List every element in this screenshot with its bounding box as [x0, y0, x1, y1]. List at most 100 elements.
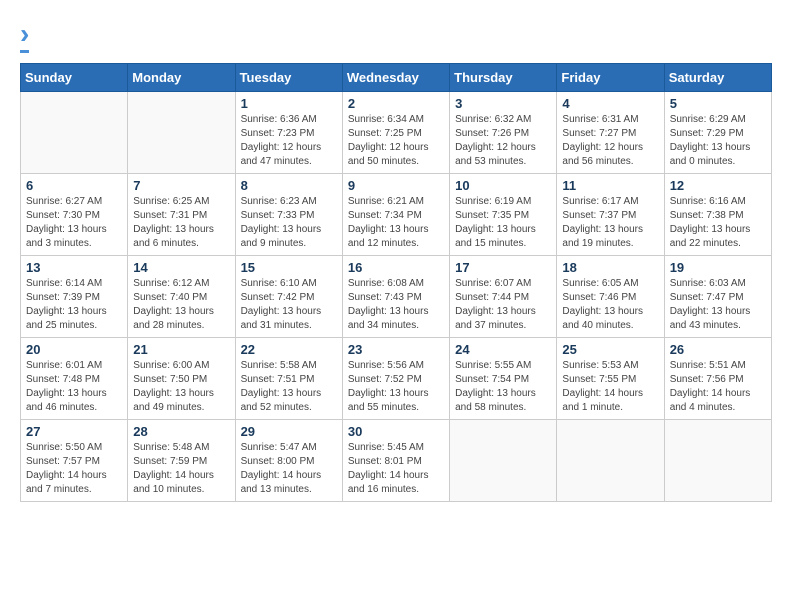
calendar-cell: 5 Sunrise: 6:29 AMSunset: 7:29 PMDaylight…: [664, 92, 771, 174]
day-number: 8: [241, 178, 337, 193]
day-number: 29: [241, 424, 337, 439]
day-number: 21: [133, 342, 229, 357]
day-number: 13: [26, 260, 122, 275]
day-info: Sunrise: 6:16 AMSunset: 7:38 PMDaylight:…: [670, 195, 766, 251]
day-number: 5: [670, 96, 766, 111]
week-row-5: 27 Sunrise: 5:50 AMSunset: 7:57 PMDayligh…: [21, 420, 772, 502]
day-number: 18: [562, 260, 658, 275]
calendar-cell: 22 Sunrise: 5:58 AMSunset: 7:51 PMDayligh…: [235, 338, 342, 420]
day-info: Sunrise: 6:31 AMSunset: 7:27 PMDaylight:…: [562, 113, 658, 169]
calendar-cell: 13Sunrise: 6:14 AMSunset: 7:39 PMDayligh…: [21, 256, 128, 338]
day-info: Sunrise: 6:32 AMSunset: 7:26 PMDaylight:…: [455, 113, 551, 169]
calendar-cell: 20 Sunrise: 6:01 AMSunset: 7:48 PMDayligh…: [21, 338, 128, 420]
day-info: Sunrise: 6:05 AMSunset: 7:46 PMDaylight:…: [562, 277, 658, 333]
weekday-header-saturday: Saturday: [664, 64, 771, 92]
day-number: 10: [455, 178, 551, 193]
day-info: Sunrise: 6:00 AMSunset: 7:50 PMDaylight:…: [133, 359, 229, 415]
day-info: Sunrise: 6:03 AMSunset: 7:47 PMDaylight:…: [670, 277, 766, 333]
day-info: Sunrise: 6:25 AMSunset: 7:31 PMDaylight:…: [133, 195, 229, 251]
day-number: 30: [348, 424, 444, 439]
day-number: 3: [455, 96, 551, 111]
calendar-cell: 23 Sunrise: 5:56 AMSunset: 7:52 PMDayligh…: [342, 338, 449, 420]
calendar-cell: 15Sunrise: 6:10 AMSunset: 7:42 PMDayligh…: [235, 256, 342, 338]
calendar-cell: 27 Sunrise: 5:50 AMSunset: 7:57 PMDayligh…: [21, 420, 128, 502]
day-info: Sunrise: 5:48 AMSunset: 7:59 PMDaylight:…: [133, 441, 229, 497]
day-info: Sunrise: 5:51 AMSunset: 7:56 PMDaylight:…: [670, 359, 766, 415]
day-info: Sunrise: 6:29 AMSunset: 7:29 PMDaylight:…: [670, 113, 766, 169]
day-number: 22: [241, 342, 337, 357]
day-info: Sunrise: 5:53 AMSunset: 7:55 PMDaylight:…: [562, 359, 658, 415]
weekday-header-friday: Friday: [557, 64, 664, 92]
calendar-cell: 4 Sunrise: 6:31 AMSunset: 7:27 PMDaylight…: [557, 92, 664, 174]
day-number: 20: [26, 342, 122, 357]
day-info: Sunrise: 6:23 AMSunset: 7:33 PMDaylight:…: [241, 195, 337, 251]
day-number: 12: [670, 178, 766, 193]
calendar-cell: 10 Sunrise: 6:19 AMSunset: 7:35 PMDayligh…: [450, 174, 557, 256]
week-row-1: 1 Sunrise: 6:36 AMSunset: 7:23 PMDaylight…: [21, 92, 772, 174]
day-info: Sunrise: 6:27 AMSunset: 7:30 PMDaylight:…: [26, 195, 122, 251]
calendar-cell: 26Sunrise: 5:51 AMSunset: 7:56 PMDayligh…: [664, 338, 771, 420]
day-info: Sunrise: 6:36 AMSunset: 7:23 PMDaylight:…: [241, 113, 337, 169]
week-row-2: 6Sunrise: 6:27 AMSunset: 7:30 PMDaylight…: [21, 174, 772, 256]
calendar-cell: 6Sunrise: 6:27 AMSunset: 7:30 PMDaylight…: [21, 174, 128, 256]
day-number: 19: [670, 260, 766, 275]
day-info: Sunrise: 5:58 AMSunset: 7:51 PMDaylight:…: [241, 359, 337, 415]
day-info: Sunrise: 5:55 AMSunset: 7:54 PMDaylight:…: [455, 359, 551, 415]
calendar-cell: 28 Sunrise: 5:48 AMSunset: 7:59 PMDayligh…: [128, 420, 235, 502]
day-number: 9: [348, 178, 444, 193]
calendar-cell: 17 Sunrise: 6:07 AMSunset: 7:44 PMDayligh…: [450, 256, 557, 338]
day-info: Sunrise: 6:34 AMSunset: 7:25 PMDaylight:…: [348, 113, 444, 169]
calendar-cell: 21 Sunrise: 6:00 AMSunset: 7:50 PMDayligh…: [128, 338, 235, 420]
weekday-header-row: SundayMondayTuesdayWednesdayThursdayFrid…: [21, 64, 772, 92]
calendar-cell: 30 Sunrise: 5:45 AMSunset: 8:01 PMDayligh…: [342, 420, 449, 502]
calendar-cell: 16 Sunrise: 6:08 AMSunset: 7:43 PMDayligh…: [342, 256, 449, 338]
day-number: 23: [348, 342, 444, 357]
calendar-cell: 11 Sunrise: 6:17 AMSunset: 7:37 PMDayligh…: [557, 174, 664, 256]
day-info: Sunrise: 6:12 AMSunset: 7:40 PMDaylight:…: [133, 277, 229, 333]
logo-underline: [20, 50, 29, 53]
day-info: Sunrise: 6:17 AMSunset: 7:37 PMDaylight:…: [562, 195, 658, 251]
day-number: 14: [133, 260, 229, 275]
weekday-header-thursday: Thursday: [450, 64, 557, 92]
day-info: Sunrise: 5:56 AMSunset: 7:52 PMDaylight:…: [348, 359, 444, 415]
day-number: 2: [348, 96, 444, 111]
logo-wave: ›: [20, 18, 29, 49]
day-info: Sunrise: 6:07 AMSunset: 7:44 PMDaylight:…: [455, 277, 551, 333]
day-number: 16: [348, 260, 444, 275]
calendar-cell: [128, 92, 235, 174]
calendar-cell: [557, 420, 664, 502]
calendar-cell: 24Sunrise: 5:55 AMSunset: 7:54 PMDayligh…: [450, 338, 557, 420]
weekday-header-tuesday: Tuesday: [235, 64, 342, 92]
calendar-cell: 7 Sunrise: 6:25 AMSunset: 7:31 PMDaylight…: [128, 174, 235, 256]
calendar-cell: 14 Sunrise: 6:12 AMSunset: 7:40 PMDayligh…: [128, 256, 235, 338]
day-number: 11: [562, 178, 658, 193]
calendar-cell: [664, 420, 771, 502]
day-number: 25: [562, 342, 658, 357]
logo: ›: [20, 20, 29, 53]
calendar-cell: 1 Sunrise: 6:36 AMSunset: 7:23 PMDaylight…: [235, 92, 342, 174]
day-info: Sunrise: 6:19 AMSunset: 7:35 PMDaylight:…: [455, 195, 551, 251]
weekday-header-wednesday: Wednesday: [342, 64, 449, 92]
page-header: ›: [20, 20, 772, 53]
weekday-header-sunday: Sunday: [21, 64, 128, 92]
calendar-cell: 8 Sunrise: 6:23 AMSunset: 7:33 PMDaylight…: [235, 174, 342, 256]
day-info: Sunrise: 5:45 AMSunset: 8:01 PMDaylight:…: [348, 441, 444, 497]
calendar-cell: 29Sunrise: 5:47 AMSunset: 8:00 PMDayligh…: [235, 420, 342, 502]
day-number: 17: [455, 260, 551, 275]
calendar-cell: 18 Sunrise: 6:05 AMSunset: 7:46 PMDayligh…: [557, 256, 664, 338]
day-info: Sunrise: 6:01 AMSunset: 7:48 PMDaylight:…: [26, 359, 122, 415]
week-row-3: 13Sunrise: 6:14 AMSunset: 7:39 PMDayligh…: [21, 256, 772, 338]
day-info: Sunrise: 6:08 AMSunset: 7:43 PMDaylight:…: [348, 277, 444, 333]
calendar-cell: 2 Sunrise: 6:34 AMSunset: 7:25 PMDaylight…: [342, 92, 449, 174]
calendar-cell: 25 Sunrise: 5:53 AMSunset: 7:55 PMDayligh…: [557, 338, 664, 420]
day-info: Sunrise: 5:50 AMSunset: 7:57 PMDaylight:…: [26, 441, 122, 497]
calendar-table: SundayMondayTuesdayWednesdayThursdayFrid…: [20, 63, 772, 502]
calendar-cell: [21, 92, 128, 174]
day-number: 7: [133, 178, 229, 193]
calendar-cell: 9Sunrise: 6:21 AMSunset: 7:34 PMDaylight…: [342, 174, 449, 256]
day-number: 1: [241, 96, 337, 111]
day-number: 4: [562, 96, 658, 111]
calendar-cell: 12 Sunrise: 6:16 AMSunset: 7:38 PMDayligh…: [664, 174, 771, 256]
day-number: 27: [26, 424, 122, 439]
day-number: 28: [133, 424, 229, 439]
